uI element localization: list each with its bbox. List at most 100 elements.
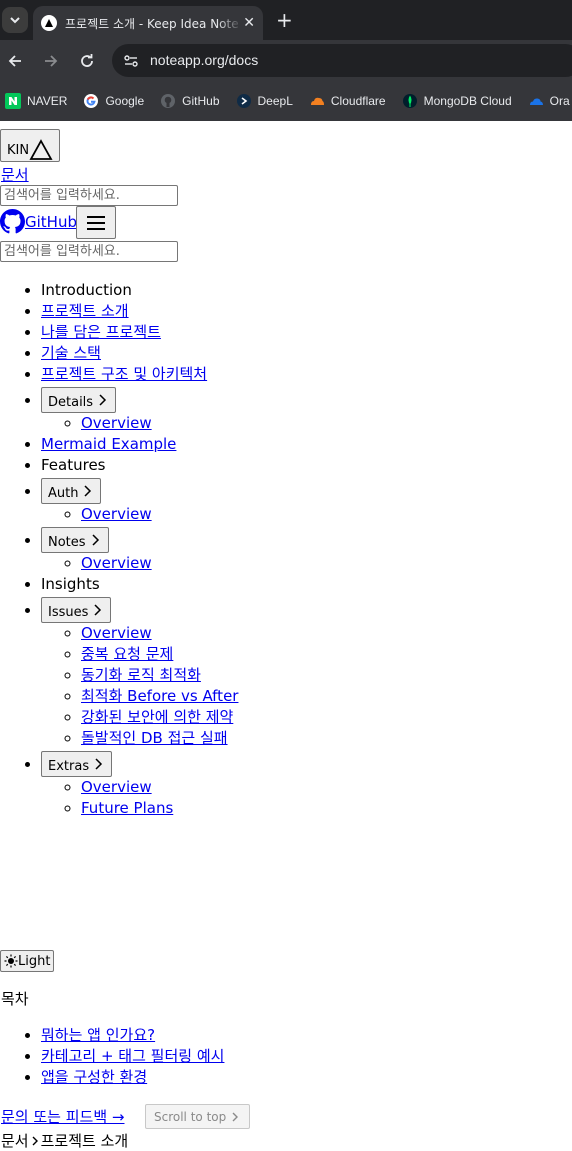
feedback-link[interactable]: 문의 또는 피드백 →	[1, 1106, 124, 1127]
tab-search-button[interactable]	[2, 7, 28, 33]
tab-title: 프로젝트 소개 - Keep Idea Note	[65, 16, 239, 31]
nav-link-mermaid-example[interactable]: Mermaid Example	[41, 435, 176, 453]
extras-toggle-button[interactable]: Extras	[41, 751, 113, 777]
bookmark-github[interactable]: GitHub	[160, 93, 220, 109]
bookmark-label: DeepL	[257, 94, 293, 108]
list-item: 동기화 로직 최적화	[81, 665, 238, 686]
nav-link-sync-optimization[interactable]: 동기화 로직 최적화	[81, 666, 201, 684]
github-link[interactable]: GitHub	[0, 209, 77, 234]
nav-link-about-me-project[interactable]: 나를 담은 프로젝트	[41, 323, 161, 341]
list-item: Details Overview	[41, 387, 238, 434]
issues-toggle-button[interactable]: Issues	[41, 597, 112, 623]
notes-sublist: Overview	[41, 553, 238, 574]
bookmark-label: NAVER	[27, 94, 68, 108]
close-tab-icon[interactable]: ✕	[243, 16, 255, 30]
forward-button[interactable]	[42, 52, 60, 70]
nav-link-auth-overview[interactable]: Overview	[81, 505, 152, 523]
list-item: Mermaid Example	[41, 434, 238, 455]
list-item: 강화된 보안에 의한 제약	[81, 707, 238, 728]
bookmark-google[interactable]: Google	[83, 93, 144, 109]
site-info-icon[interactable]	[122, 52, 140, 70]
list-item: Notes Overview	[41, 527, 238, 574]
nav-link-extras-overview[interactable]: Overview	[81, 778, 152, 796]
nav-link-duplicate-request[interactable]: 중복 요청 문제	[81, 645, 173, 663]
arrow-right-icon	[45, 55, 58, 67]
notes-toggle-button[interactable]: Notes	[41, 527, 109, 553]
nav-link-issues-overview[interactable]: Overview	[81, 624, 152, 642]
bookmark-naver[interactable]: NAVER	[5, 93, 67, 109]
browser-tab[interactable]: 프로젝트 소개 - Keep Idea Note ✕	[33, 6, 263, 40]
theme-label: Light	[18, 953, 51, 969]
menu-button[interactable]	[76, 206, 116, 239]
nav-link-security-constraints[interactable]: 강화된 보안에 의한 제약	[81, 708, 233, 726]
auth-toggle-button[interactable]: Auth	[41, 478, 102, 504]
list-item: 앱을 구성한 환경	[41, 1067, 224, 1088]
list-item: 프로젝트 구조 및 아키텍처	[41, 364, 238, 385]
chevron-right-icon	[32, 1136, 38, 1145]
reload-button[interactable]	[78, 52, 96, 70]
triangle-favicon-icon	[41, 15, 57, 31]
nav-link-future-plans[interactable]: Future Plans	[81, 799, 173, 817]
section-heading-insights: Insights	[41, 574, 238, 595]
nav-link-db-access-failure[interactable]: 돌발적인 DB 접근 실패	[81, 729, 228, 747]
nav-link-notes-overview[interactable]: Overview	[81, 554, 152, 572]
theme-toggle-button[interactable]: Light	[0, 950, 55, 972]
auth-label: Auth	[48, 485, 79, 501]
bookmark-label: GitHub	[182, 94, 220, 108]
section-heading-introduction: Introduction	[41, 280, 238, 301]
list-item: Overview	[81, 777, 238, 798]
bookmarks-bar: NAVER Google GitHub DeepL Cloudflare Mon…	[0, 81, 572, 121]
sun-icon	[4, 954, 18, 968]
breadcrumb-docs[interactable]: 문서	[1, 1130, 29, 1151]
notes-label: Notes	[48, 534, 86, 550]
nav-link-tech-stack[interactable]: 기술 스택	[41, 344, 101, 362]
bookmark-cloudflare[interactable]: Cloudflare	[309, 93, 386, 109]
address-bar[interactable]: noteapp.org/docs	[112, 44, 572, 77]
section-heading-features: Features	[41, 455, 238, 476]
toc-link-filter-example[interactable]: 카테고리 + 태그 필터링 예시	[41, 1047, 224, 1065]
nav-link-details-overview[interactable]: Overview	[81, 414, 152, 432]
back-button[interactable]	[6, 52, 24, 70]
chevron-right-icon	[94, 604, 102, 616]
docs-link[interactable]: 문서	[1, 164, 29, 185]
list-item: Overview	[81, 553, 238, 574]
browser-toolbar: noteapp.org/docs	[0, 40, 572, 81]
bookmark-label: Cloudflare	[330, 94, 386, 108]
toc-title: 목차	[1, 990, 29, 1008]
list-item: Issues Overview 중복 요청 문제 동기화 로직 최적화 최적화 …	[41, 597, 238, 749]
github-label: GitHub	[25, 212, 77, 231]
browser-tab-strip: 프로젝트 소개 - Keep Idea Note ✕ +	[0, 0, 572, 40]
list-item: 나를 담은 프로젝트	[41, 322, 238, 343]
cloud-icon	[528, 93, 544, 109]
deepl-icon	[236, 93, 252, 109]
scroll-to-top-button[interactable]: Scroll to top	[145, 1104, 251, 1129]
bookmark-label: Google	[105, 94, 145, 108]
bookmark-oracle[interactable]: Ora	[528, 93, 570, 109]
list-item: 뭐하는 앱 인가요?	[41, 1025, 224, 1046]
triangle-logo-icon	[29, 139, 53, 160]
mongodb-icon	[402, 93, 418, 109]
issues-label: Issues	[48, 604, 89, 620]
breadcrumb-current: 프로젝트 소개	[40, 1132, 129, 1150]
details-toggle-button[interactable]: Details	[41, 387, 117, 413]
chevron-right-icon	[92, 534, 99, 546]
bookmark-label: MongoDB Cloud	[423, 94, 512, 108]
logo-button[interactable]: KIN	[0, 129, 61, 162]
issues-sublist: Overview 중복 요청 문제 동기화 로직 최적화 최적화 Before …	[41, 623, 238, 749]
chevron-down-icon	[10, 17, 20, 24]
list-item: Future Plans	[81, 798, 238, 819]
toc-link-environment[interactable]: 앱을 구성한 환경	[41, 1068, 147, 1086]
cloudflare-icon	[309, 93, 325, 109]
bookmark-mongodb[interactable]: MongoDB Cloud	[402, 93, 512, 109]
new-tab-button[interactable]: +	[276, 9, 293, 31]
reload-icon	[81, 54, 93, 67]
toc-link-what-app[interactable]: 뭐하는 앱 인가요?	[41, 1026, 155, 1044]
nav-link-before-after[interactable]: 최적화 Before vs After	[81, 687, 238, 705]
search-input[interactable]	[0, 185, 178, 206]
bookmark-deepl[interactable]: DeepL	[236, 93, 293, 109]
mobile-search-input[interactable]	[0, 241, 178, 262]
list-item: 중복 요청 문제	[81, 644, 238, 665]
nav-link-architecture[interactable]: 프로젝트 구조 및 아키텍처	[41, 365, 207, 383]
chevron-right-icon	[95, 758, 103, 770]
nav-link-project-intro[interactable]: 프로젝트 소개	[41, 302, 129, 320]
